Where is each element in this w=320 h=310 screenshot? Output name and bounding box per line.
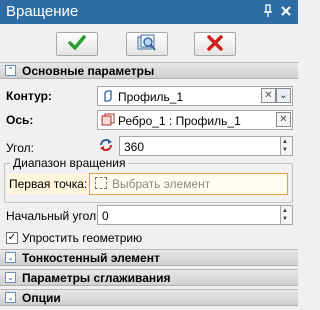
cancel-button[interactable] <box>194 32 236 56</box>
checkmark-icon <box>68 34 86 54</box>
section-smoothing-label: Параметры сглаживания <box>22 271 171 285</box>
angle-label: Угол: <box>6 141 34 155</box>
section-thin-wall[interactable]: ⌄ Тонкостенный элемент <box>0 249 298 266</box>
contour-field[interactable]: Профиль_1 ✕ ⌄ <box>97 86 293 106</box>
axis-value: Ребро_1 : Профиль_1 <box>118 114 241 128</box>
section-options-label: Опции <box>22 291 61 305</box>
title-bar: Вращение <box>0 0 298 24</box>
chevron-down-icon[interactable]: ⌄ <box>276 88 291 103</box>
rotation-range-group: Диапазон вращения Первая точка: Выбрать … <box>4 156 293 203</box>
axis-label: Ось: <box>6 113 34 127</box>
angle-value: 360 <box>124 140 145 154</box>
ok-button[interactable] <box>56 32 98 56</box>
close-icon[interactable] <box>280 4 292 21</box>
start-angle-label: Начальный угол: <box>6 209 100 223</box>
toolbar <box>0 24 298 62</box>
section-main-params[interactable]: ⌃ Основные параметры <box>0 62 298 79</box>
pin-icon[interactable] <box>263 4 273 21</box>
section-thin-wall-label: Тонкостенный элемент <box>22 251 160 265</box>
first-point-picker[interactable]: Выбрать элемент <box>89 173 288 195</box>
angle-input[interactable]: 360 <box>119 136 281 156</box>
start-angle-spinner[interactable]: ▲ ▼ <box>280 205 293 225</box>
arrow-up-icon[interactable]: ▲ <box>282 139 288 145</box>
reverse-direction-icon[interactable] <box>97 136 115 154</box>
profile-icon <box>102 89 114 106</box>
simplify-checkbox[interactable]: ✓ <box>6 232 18 244</box>
edge-icon <box>101 113 115 130</box>
dashed-select-icon <box>95 177 107 189</box>
section-options[interactable]: ⌄ Опции <box>0 289 298 306</box>
preview-button[interactable] <box>126 32 168 56</box>
clear-contour-icon[interactable]: ✕ <box>261 88 276 103</box>
chevron-down-icon: ⌄ <box>5 252 16 263</box>
start-angle-value: 0 <box>102 209 109 223</box>
window-title: Вращение <box>6 3 79 20</box>
arrow-up-icon[interactable]: ▲ <box>282 208 288 214</box>
cancel-x-icon <box>207 34 223 54</box>
chevron-down-icon: ⌄ <box>5 272 16 283</box>
arrow-down-icon[interactable]: ▼ <box>282 147 288 153</box>
chevron-up-icon: ⌃ <box>5 65 16 76</box>
start-angle-input[interactable]: 0 <box>97 205 281 225</box>
chevron-down-icon: ⌄ <box>5 292 16 303</box>
simplify-label: Упростить геометрию <box>22 231 143 245</box>
axis-field[interactable]: Ребро_1 : Профиль_1 ✕ <box>97 110 293 130</box>
contour-value: Профиль_1 <box>118 90 184 104</box>
contour-label: Контур: <box>6 89 52 103</box>
arrow-down-icon[interactable]: ▼ <box>282 216 288 222</box>
first-point-label: Первая точка: <box>9 177 88 191</box>
preview-icon <box>137 34 157 55</box>
angle-spinner[interactable]: ▲ ▼ <box>280 136 293 156</box>
section-smoothing[interactable]: ⌄ Параметры сглаживания <box>0 269 298 286</box>
clear-axis-icon[interactable]: ✕ <box>276 112 291 127</box>
section-main-params-label: Основные параметры <box>22 64 155 78</box>
first-point-placeholder: Выбрать элемент <box>112 177 211 191</box>
rotation-range-legend: Диапазон вращения <box>11 156 128 170</box>
